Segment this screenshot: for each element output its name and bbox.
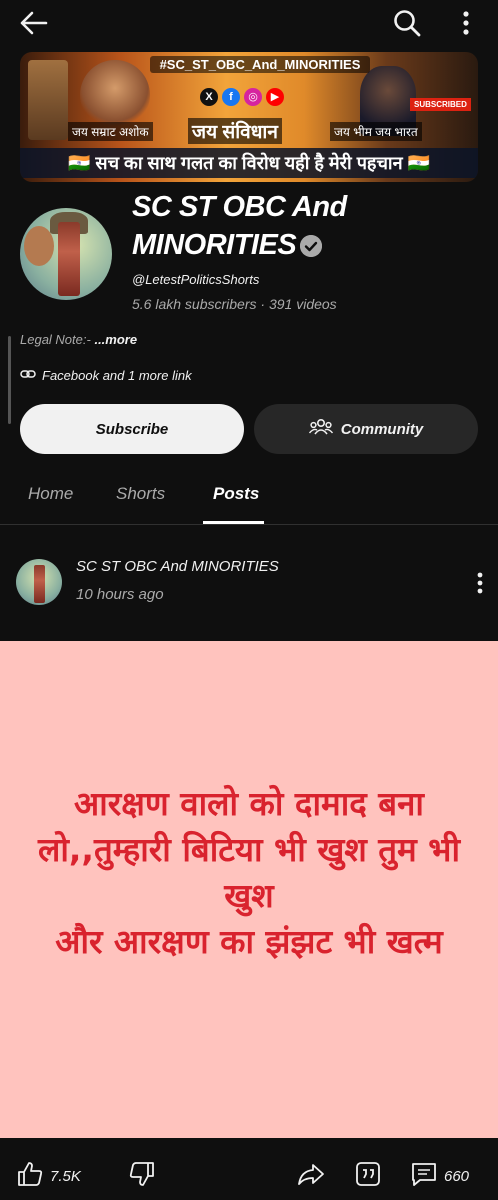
post-author-avatar[interactable] <box>16 559 62 605</box>
quote-icon <box>354 1160 382 1192</box>
post-image[interactable]: आरक्षण वालो को दामाद बना लो,,तुम्हारी बि… <box>0 641 498 1138</box>
thumbs-down-icon <box>128 1160 156 1192</box>
avatar-pillar <box>58 222 80 296</box>
channel-description[interactable]: Legal Note:- ...more <box>20 332 137 347</box>
comments-button[interactable]: 660 <box>410 1160 469 1192</box>
emperor-portrait-image <box>80 60 150 130</box>
community-button[interactable]: Community <box>254 404 478 454</box>
back-arrow-icon[interactable] <box>18 10 48 36</box>
quote-button[interactable] <box>354 1160 382 1192</box>
banner-hashtag: #SC_ST_OBC_And_MINORITIES <box>150 56 370 73</box>
share-icon <box>296 1160 326 1192</box>
post-image-text: आरक्षण वालो को दामाद बना लो,,तुम्हारी बि… <box>37 784 461 961</box>
like-count: 7.5K <box>50 1167 81 1185</box>
tab-posts[interactable]: Posts <box>213 484 259 504</box>
tab-home[interactable]: Home <box>28 484 73 504</box>
description-indicator <box>8 336 11 424</box>
channel-links[interactable]: Facebook and 1 more link <box>20 368 192 383</box>
ashoka-emblem-image <box>28 60 68 140</box>
post-author-name[interactable]: SC ST OBC And MINORITIES <box>76 558 279 575</box>
thumbs-up-icon <box>16 1160 44 1192</box>
youtube-icon: ▶ <box>266 88 284 106</box>
link-icon <box>20 368 36 383</box>
links-text: Facebook and 1 more link <box>42 368 192 383</box>
video-count: 391 videos <box>268 296 337 312</box>
more-options-icon[interactable] <box>456 10 476 36</box>
channel-banner: #SC_ST_OBC_And_MINORITIES X f ◎ ▶ SUBSCR… <box>20 52 478 182</box>
tab-shorts[interactable]: Shorts <box>116 484 165 504</box>
comment-icon <box>410 1160 438 1192</box>
channel-stats: 5.6 lakh subscribers · 391 videos <box>132 296 337 312</box>
post-action-bar: 7.5K 660 <box>0 1150 498 1200</box>
subscriber-count: 5.6 lakh subscribers <box>132 296 257 312</box>
active-tab-indicator <box>203 521 264 524</box>
community-icon <box>308 417 333 441</box>
channel-tabs: Home Shorts Posts <box>0 470 498 525</box>
more-link[interactable]: ...more <box>94 332 137 347</box>
community-label: Community <box>340 420 424 438</box>
avatar-pillar <box>34 565 45 603</box>
share-button[interactable] <box>296 1160 326 1192</box>
subscribed-badge: SUBSCRIBED <box>410 98 471 111</box>
top-app-bar <box>0 0 498 46</box>
search-icon[interactable] <box>392 8 422 38</box>
x-icon: X <box>200 88 218 106</box>
channel-title: SC ST OBC And MINORITIES <box>132 188 392 264</box>
banner-left-caption: जय सम्राट अशोक <box>68 122 153 141</box>
subscribe-button[interactable]: Subscribe <box>20 404 244 454</box>
legal-note-label: Legal Note:- <box>20 332 91 347</box>
banner-right-caption: जय भीम जय भारत <box>330 122 422 141</box>
banner-center-caption: जय संविधान <box>188 118 282 144</box>
like-button[interactable]: 7.5K <box>16 1160 81 1192</box>
post-timestamp: 10 hours ago <box>76 586 164 603</box>
post-more-options-icon[interactable] <box>470 570 490 596</box>
comment-count: 660 <box>444 1167 470 1185</box>
banner-social-icons: X f ◎ ▶ <box>200 88 284 106</box>
verified-badge-icon <box>300 235 323 258</box>
channel-avatar[interactable] <box>20 208 112 300</box>
dislike-button[interactable] <box>128 1160 156 1192</box>
instagram-icon: ◎ <box>244 88 262 106</box>
channel-handle: @LetestPoliticsShorts <box>132 272 260 287</box>
stats-separator: · <box>260 296 266 312</box>
banner-slogan: 🇮🇳 सच का साथ गलत का विरोध यही है मेरी पह… <box>20 148 478 178</box>
facebook-icon: f <box>222 88 240 106</box>
